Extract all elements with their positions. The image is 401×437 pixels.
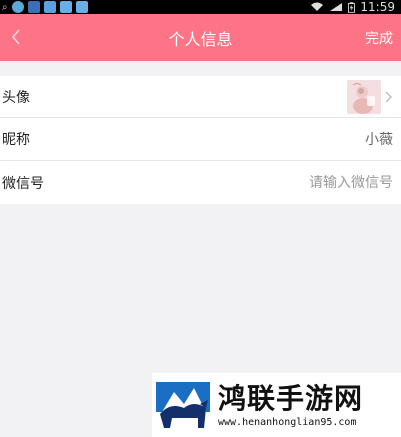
chevron-left-icon bbox=[11, 29, 20, 45]
avatar-label: 头像 bbox=[2, 89, 30, 106]
search-icon: ⌕ bbox=[2, 1, 8, 13]
sina-icon bbox=[27, 1, 40, 13]
battery-icon bbox=[348, 1, 356, 13]
header-bar: 个人信息 完成 bbox=[0, 14, 401, 61]
nickname-label: 昵称 bbox=[2, 132, 30, 148]
site-logo bbox=[154, 378, 212, 432]
page-title: 个人信息 bbox=[168, 29, 233, 49]
chevron-right-icon bbox=[385, 91, 392, 102]
watermark: 鸿联手游网 www.henanhonglian95.com bbox=[152, 373, 401, 437]
status-time: 11:59 bbox=[360, 0, 395, 14]
avatar-row[interactable]: 头像 bbox=[0, 76, 401, 118]
done-button[interactable]: 完成 bbox=[365, 28, 393, 48]
avatar-row-right bbox=[347, 79, 393, 114]
wechat-label: 微信号 bbox=[2, 175, 44, 192]
status-right-icons: 11:59 bbox=[310, 0, 395, 14]
paw-icon bbox=[59, 1, 72, 13]
watermark-text: 鸿联手游网 www.henanhonglian95.com bbox=[218, 381, 364, 428]
app-icon bbox=[11, 1, 24, 13]
wechat-row[interactable]: 微信号 bbox=[0, 161, 401, 204]
profile-form: 头像 昵称 小薇 微信号 bbox=[0, 76, 401, 204]
status-bar: ⌕ 11:59 bbox=[0, 0, 401, 14]
wechat-input[interactable] bbox=[263, 174, 393, 191]
nickname-value[interactable]: 小薇 bbox=[365, 129, 393, 149]
wifi-icon bbox=[311, 2, 324, 11]
watermark-url: www.henanhonglian95.com bbox=[218, 416, 357, 428]
avatar-image bbox=[347, 79, 381, 114]
paw-icon bbox=[43, 1, 56, 13]
status-left-icons: ⌕ bbox=[2, 1, 88, 13]
watermark-title: 鸿联手游网 bbox=[218, 381, 364, 415]
back-button[interactable] bbox=[6, 26, 26, 48]
paw-icon bbox=[75, 1, 88, 13]
avatar[interactable] bbox=[347, 79, 381, 114]
signal-icon bbox=[330, 3, 343, 11]
nickname-row[interactable]: 昵称 小薇 bbox=[0, 118, 401, 161]
